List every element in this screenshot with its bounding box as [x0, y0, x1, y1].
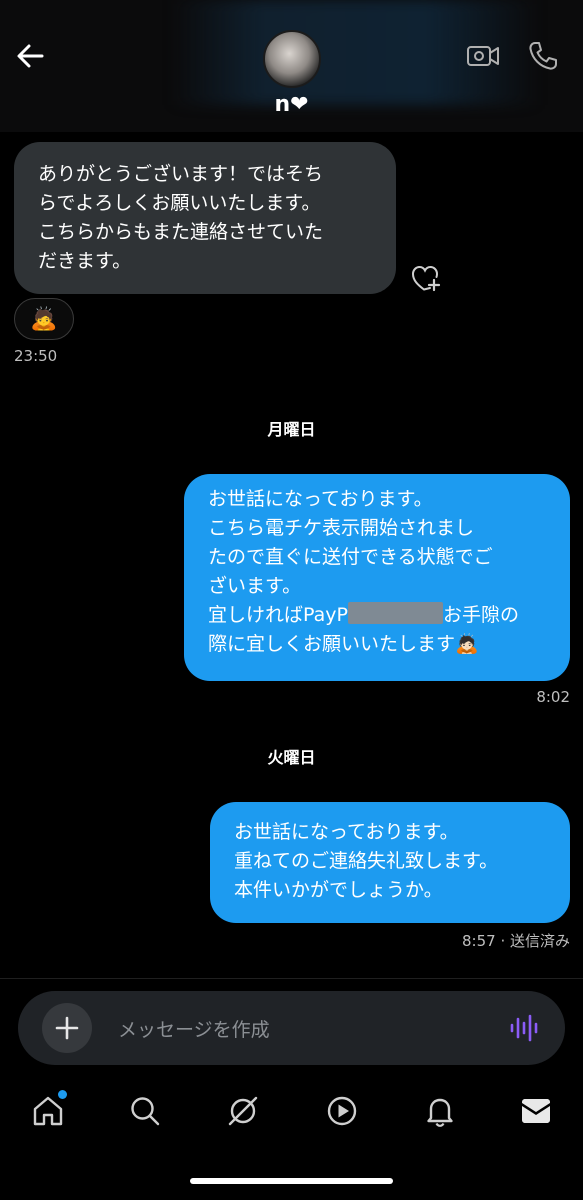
message-line: こちらからもまた連絡させていた — [38, 221, 324, 243]
message-line: たので直ぐに送付できる状態でご — [208, 546, 493, 568]
grok-icon[interactable] — [226, 1094, 260, 1128]
message-line: 重ねてのご連絡失礼致します。 — [234, 850, 499, 872]
message-timestamp: 23:50 — [14, 347, 58, 365]
home-notification-dot — [58, 1090, 67, 1099]
attach-button[interactable] — [42, 1003, 92, 1053]
contact-name[interactable]: n❤ — [0, 92, 583, 117]
redacted-block — [347, 602, 443, 624]
bowing-emoji: 🙇🏻 — [455, 633, 479, 655]
message-reaction[interactable]: 🙇 — [14, 298, 74, 340]
outgoing-message-bubble[interactable]: お世話になっております。 重ねてのご連絡失礼致します。 本件いかがでしょうか。 — [210, 802, 570, 923]
incoming-message-bubble[interactable]: ありがとうございます！ではそち らでよろしくお願いいたします。 こちらからもまた… — [14, 142, 396, 294]
message-line: 宜しければPayP お手隙の — [208, 601, 546, 630]
search-icon[interactable] — [128, 1094, 162, 1128]
message-text: 際に宜しくお願いいたします — [208, 633, 456, 655]
message-line: こちら電チケ表示開始されまし — [208, 517, 475, 539]
message-line: 本件いかがでしょうか。 — [234, 879, 443, 901]
day-separator: 月曜日 — [267, 420, 316, 439]
message-line: ありがとうございます！ではそち — [38, 163, 324, 185]
plus-icon — [55, 1016, 79, 1040]
home-indicator[interactable] — [190, 1178, 393, 1184]
message-text: 宜しければPayP — [208, 604, 348, 626]
message-line: お世話になっております。 — [234, 821, 459, 843]
video-call-icon[interactable] — [466, 42, 500, 70]
day-separator: 火曜日 — [267, 748, 316, 767]
message-timestamp: 8:02 — [536, 688, 570, 706]
message-line: ざいます。 — [208, 575, 302, 597]
messages-icon[interactable] — [519, 1094, 553, 1128]
message-line: だきます。 — [38, 250, 132, 272]
message-line: お世話になっております。 — [208, 488, 433, 510]
voice-message-icon[interactable] — [508, 1013, 540, 1043]
video-icon[interactable] — [325, 1094, 359, 1128]
message-line: 際に宜しくお願いいたします🙇🏻 — [208, 630, 546, 659]
message-input[interactable]: メッセージを作成 — [118, 1015, 270, 1042]
add-reaction-icon[interactable] — [410, 262, 442, 292]
chat-header: n❤ — [0, 0, 583, 132]
phone-call-icon[interactable] — [527, 40, 559, 72]
home-icon[interactable] — [31, 1094, 65, 1128]
contact-avatar[interactable] — [263, 30, 321, 88]
message-text: お手隙の — [442, 604, 519, 626]
message-line: らでよろしくお願いいたします。 — [38, 192, 321, 214]
message-composer[interactable]: メッセージを作成 — [18, 991, 565, 1065]
notifications-icon[interactable] — [423, 1094, 457, 1128]
back-arrow-icon[interactable] — [12, 38, 48, 74]
outgoing-message-bubble[interactable]: お世話になっております。 こちら電チケ表示開始されまし たので直ぐに送付できる状… — [184, 474, 570, 681]
composer-divider — [0, 978, 583, 979]
message-status-timestamp: 8:57 · 送信済み — [462, 932, 570, 950]
